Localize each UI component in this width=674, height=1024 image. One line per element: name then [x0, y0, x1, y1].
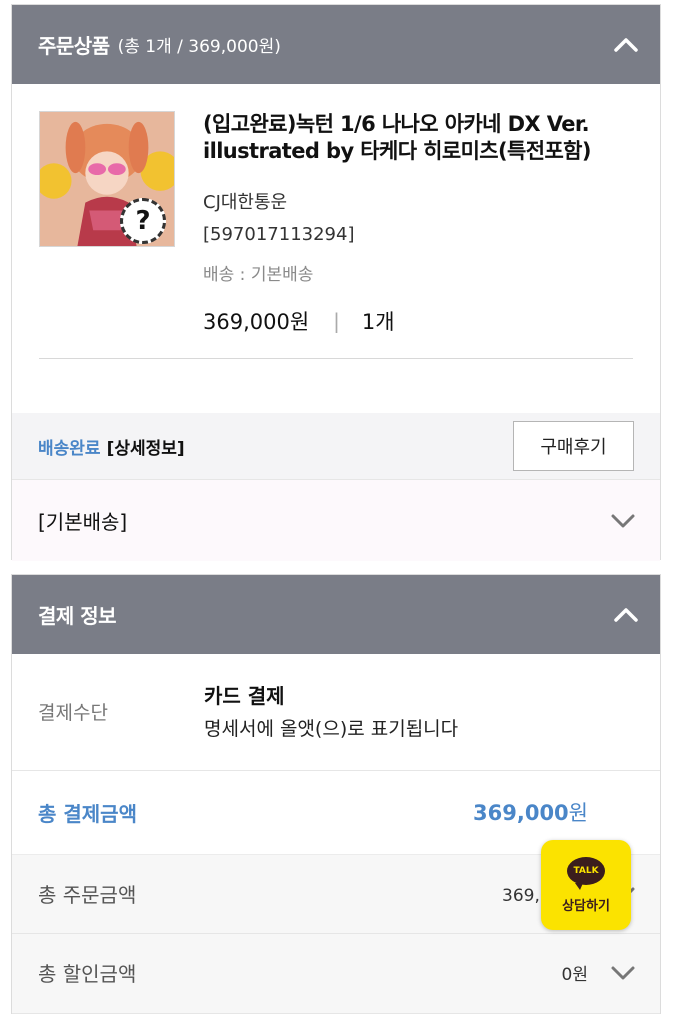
price-quantity-row: 369,000원 | 1개 [203, 306, 395, 336]
chevron-up-icon[interactable] [612, 31, 640, 59]
total-payment-amount: 369,000원 [473, 797, 588, 827]
kakao-talk-consult-button[interactable]: TALK 상담하기 [541, 840, 631, 930]
order-items-section: 주문상품 (총 1개 / 369,000원) ? (입고완료)녹턴 1/6 나나… [11, 4, 661, 561]
divider [39, 358, 633, 359]
product-price: 369,000원 [203, 310, 310, 334]
total-order-amount-label: 총 주문금액 [38, 883, 137, 907]
section-title: 주문상품 [38, 34, 110, 58]
talk-bubble-icon: TALK [567, 856, 605, 890]
total-discount-value: 0원 [561, 965, 588, 985]
consult-label: 상담하기 [562, 898, 610, 914]
total-amount-number: 369,000 [473, 801, 569, 825]
delivery-status-row: 배송완료 [상세정보] 구매후기 [12, 413, 660, 479]
courier-name: CJ대한통운 [203, 192, 288, 213]
review-button[interactable]: 구매후기 [513, 421, 634, 471]
delivery-status: 배송완료 [38, 438, 101, 459]
shipping-group-row[interactable]: [기본배송] [12, 479, 660, 561]
payment-info-section: 결제 정보 결제수단 카드 결제 명세서에 올앳(으)로 표기됩니다 총 결제금… [11, 574, 661, 1014]
payment-method-type: 카드 결제 [204, 684, 285, 708]
shipping-method: 배송 : 기본배송 [203, 265, 314, 285]
payment-method-row: 결제수단 카드 결제 명세서에 올앳(으)로 표기됩니다 [12, 654, 660, 771]
detail-info-link[interactable]: [상세정보] [107, 434, 185, 459]
product-name[interactable]: (입고완료)녹턴 1/6 나나오 아카네 DX Ver. illustrated… [203, 111, 643, 165]
talk-bubble-text: TALK [573, 865, 599, 876]
order-summary: (총 1개 / 369,000원) [117, 37, 281, 57]
shipping-group-label: [기본배송] [38, 510, 128, 534]
chevron-down-icon[interactable] [610, 960, 636, 986]
section-title: 결제 정보 [38, 604, 117, 628]
chevron-down-icon[interactable] [610, 508, 636, 534]
total-discount-amount-row[interactable]: 총 할인금액 0원 [12, 934, 660, 1014]
chevron-up-icon[interactable] [612, 601, 640, 629]
total-amount-unit: 원 [568, 801, 588, 825]
order-items-header[interactable]: 주문상품 (총 1개 / 369,000원) [12, 5, 660, 84]
payment-method-label: 결제수단 [38, 702, 108, 724]
question-badge: ? [120, 198, 166, 244]
total-discount-label: 총 할인금액 [38, 962, 137, 986]
payment-method-note: 명세서에 올앳(으)로 표기됩니다 [204, 718, 459, 740]
total-payment-label: 총 결제금액 [38, 802, 137, 826]
product-thumbnail[interactable]: ? [39, 111, 175, 247]
separator: | [333, 309, 340, 333]
product-quantity: 1개 [361, 310, 395, 334]
payment-info-header[interactable]: 결제 정보 [12, 575, 660, 654]
tracking-number[interactable]: [597017113294] [203, 224, 354, 245]
product-item: ? (입고완료)녹턴 1/6 나나오 아카네 DX Ver. illustrat… [12, 84, 660, 413]
